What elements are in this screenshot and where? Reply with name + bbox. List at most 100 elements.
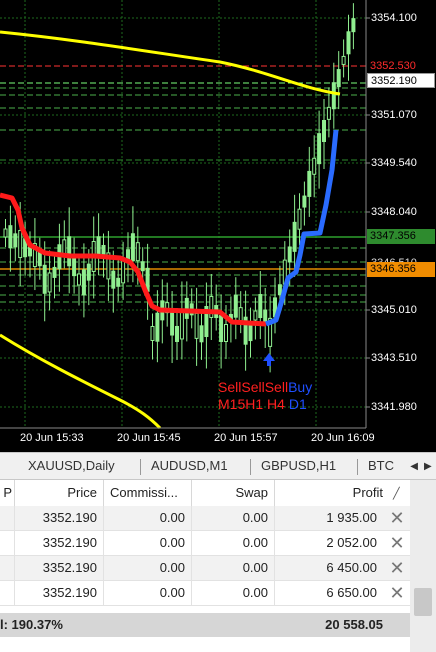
cell-p [0,556,15,580]
col-header-commission[interactable]: Commissi... [104,480,192,506]
candle-body [346,31,351,55]
candle-body [62,239,67,256]
candle-body [326,106,331,120]
tab-scroll-arrows: ◀ ▶ [406,453,436,479]
candle-body [170,310,175,336]
green-level-tag: 3347.356 [367,229,435,244]
signal-d1: Buy [288,379,313,395]
candle-body [336,69,341,88]
candle-body [130,233,135,262]
candle-body [81,269,86,296]
close-icon[interactable]: ✕ [387,558,407,578]
tab-left-arrow-icon[interactable]: ◀ [410,461,418,472]
candle-body [258,294,263,319]
table-row[interactable]: 3352.190 0.00 0.00 1 935.00 ✕ [0,506,410,531]
candle-body [351,18,356,33]
close-icon[interactable]: ✕ [387,583,407,603]
cell-commission: 0.00 [104,556,192,580]
col-header-swap[interactable]: Swap [192,480,275,506]
col-header-price[interactable]: Price [15,480,104,506]
cell-commission: 0.00 [104,506,192,530]
candle-body [312,157,317,175]
table-header: P Price Commissi... Swap Profit ╱ [0,480,410,507]
cell-profit: 2 052.00 [326,535,377,550]
price-tick: 3351.070 [371,109,417,121]
cell-swap: 0.00 [192,581,275,605]
signal-row-timeframes: M15H1 H4 D1 [218,396,307,412]
table-scrollbar-thumb[interactable] [414,588,432,616]
cell-price: 3352.190 [15,531,104,555]
price-tick: 3348.040 [371,206,417,218]
candle-body [47,272,52,293]
table-row[interactable]: 3352.190 0.00 0.00 6 650.00 ✕ [0,581,410,606]
candle-body [86,263,91,281]
candle-body [224,323,228,342]
cell-swap: 0.00 [192,506,275,530]
sort-icon[interactable]: ╱ [393,487,400,500]
tab-right-arrow-icon[interactable]: ▶ [424,461,432,472]
cell-price: 3352.190 [15,556,104,580]
price-tick: 3341.980 [371,401,417,413]
close-icon[interactable]: ✕ [387,533,407,553]
chart-tabs: XAUUSD,Daily AUDUSD,M1 GBPUSD,H1 BTC ◀ ▶ [0,452,436,480]
price-tick: 3354.100 [371,12,417,24]
price-tick: 3349.540 [371,157,417,169]
candle-body [307,170,312,197]
close-icon[interactable]: ✕ [387,508,407,528]
table-row[interactable]: 3352.190 0.00 0.00 6 450.00 ✕ [0,556,410,581]
tf-h4: H4 [267,396,285,412]
tab-gbpusd-h1[interactable]: GBPUSD,H1 [261,458,336,473]
candle-body [150,325,155,341]
col-header-profit[interactable]: Profit [275,480,389,506]
time-tick: 20 Jun 15:33 [20,432,84,444]
candle-body [219,314,224,342]
price-tick: 3343.510 [371,352,417,364]
candle-body [253,310,258,321]
tab-btc[interactable]: BTC [368,458,394,473]
chart-area[interactable]: 3354.100 3351.070 3349.540 3348.040 3345… [0,0,436,452]
cell-p [0,506,15,530]
signal-h1: Sell [241,379,265,395]
cell-profit: 6 450.00 [326,560,377,575]
table-row[interactable]: 3352.190 0.00 0.00 2 052.00 ✕ [0,531,410,556]
tf-m15: M15 [218,396,246,412]
ma-line-lower [0,333,162,430]
margin-level: l: 190.37% [0,617,63,632]
candle-body [199,325,204,343]
cell-swap: 0.00 [192,556,275,580]
candle-body [3,228,8,238]
candle-body [116,277,121,287]
cell-price: 3352.190 [15,506,104,530]
candle-body [37,251,42,267]
candle-body [233,294,238,318]
candle-body [8,225,13,249]
total-profit: 20 558.05 [325,617,383,632]
chart-grid [0,0,366,428]
candle-body [179,309,184,340]
cell-p [0,581,15,605]
price-tick: 3345.010 [371,304,417,316]
candle-body [18,230,23,259]
candle-body [111,270,116,289]
cell-commission: 0.00 [104,531,192,555]
bid-price-tag: 3352.190 [367,73,435,88]
total-row: l: 190.37% 20 558.05 [0,613,410,637]
time-tick: 20 Jun 15:45 [117,432,181,444]
cell-swap: 0.00 [192,531,275,555]
candle-body [322,120,326,142]
cell-profit: 1 935.00 [326,510,377,525]
candlesticks [3,3,356,373]
cell-p [0,531,15,555]
signal-m15: Sell [218,379,242,395]
cell-commission: 0.00 [104,581,192,605]
candle-body [140,261,145,272]
ma-line-upper [0,30,341,96]
tab-audusd-m1[interactable]: AUDUSD,M1 [151,458,228,473]
tab-xauusd-daily[interactable]: XAUUSD,Daily [28,458,115,473]
candle-body [194,312,199,339]
time-tick: 20 Jun 16:09 [311,432,375,444]
candle-body [302,195,307,208]
table-scrollbar[interactable] [410,480,436,652]
candle-body [277,284,282,296]
col-header-p[interactable]: P [0,480,15,506]
